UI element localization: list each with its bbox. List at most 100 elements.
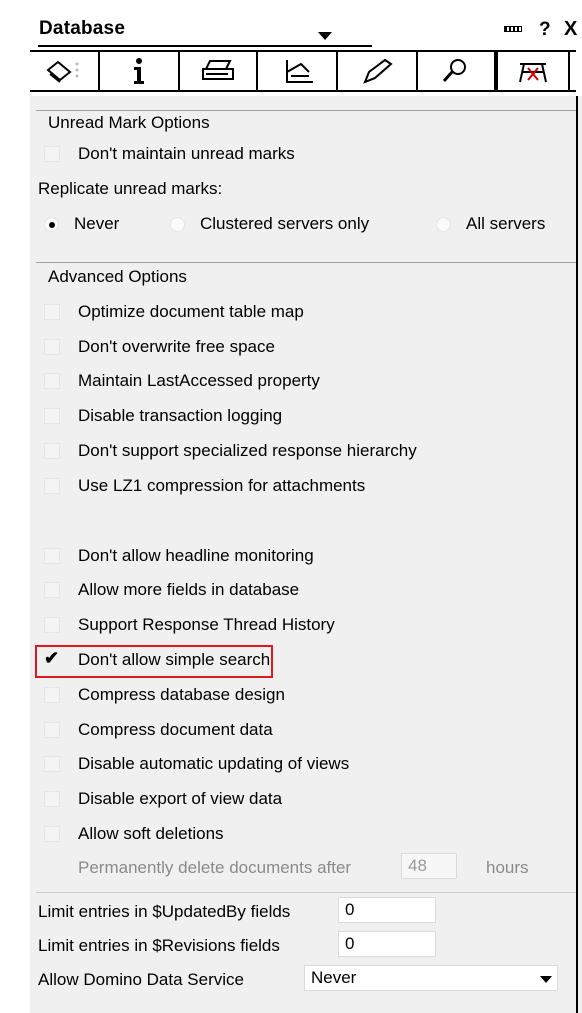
revisions-row: Limit entries in $Revisions fields: [38, 933, 280, 959]
option-row[interactable]: Allow soft deletions: [44, 821, 224, 847]
checkbox[interactable]: [44, 548, 60, 564]
radio-button[interactable]: [436, 216, 451, 232]
option-label: Don't allow simple search: [78, 650, 271, 669]
checkbox[interactable]: [44, 582, 60, 598]
revisions-label: Limit entries in $Revisions fields: [38, 936, 280, 955]
checkbox[interactable]: [44, 617, 60, 633]
title-underline: [38, 45, 372, 47]
tab-properties[interactable]: [30, 52, 100, 90]
option-label: Use LZ1 compression for attachments: [78, 476, 366, 495]
tab-print[interactable]: [180, 52, 258, 90]
tab-design[interactable]: [258, 52, 338, 90]
checkbox[interactable]: [44, 373, 60, 389]
option-label: Disable transaction logging: [78, 406, 283, 425]
updatedby-input[interactable]: 0: [338, 897, 436, 923]
radio-clustered[interactable]: Clustered servers only: [170, 211, 369, 237]
checkbox[interactable]: [44, 339, 60, 355]
chevron-down-icon[interactable]: [318, 32, 332, 40]
hours-label: hours: [486, 858, 529, 877]
radio-label: Never: [74, 214, 120, 233]
updatedby-label: Limit entries in $UpdatedBy fields: [38, 902, 291, 921]
checkbox[interactable]: [44, 443, 60, 459]
advanced-section: [36, 262, 576, 263]
dds-row: Allow Domino Data Service: [38, 967, 244, 993]
radio-label: Clustered servers only: [200, 214, 370, 233]
checkbox[interactable]: [44, 304, 60, 320]
properties-icon: [46, 60, 79, 83]
permanent-delete-label: Permanently delete documents after: [78, 858, 352, 877]
dropdown-arrow-icon[interactable]: [540, 976, 552, 983]
option-row[interactable]: Compress document data: [44, 717, 273, 743]
option-row[interactable]: Disable transaction logging: [44, 403, 282, 429]
option-label: Don't overwrite free space: [78, 337, 275, 356]
option-row[interactable]: Don't allow headline monitoring: [44, 543, 314, 569]
permanent-delete-row: Permanently delete documents after: [78, 855, 351, 881]
checkbox[interactable]: [44, 146, 60, 162]
option-label: Compress database design: [78, 685, 285, 704]
checkbox[interactable]: [44, 756, 60, 772]
replicate-label: Replicate unread marks:: [38, 179, 223, 198]
revisions-input[interactable]: 0: [338, 931, 436, 957]
panel-right-border: [576, 96, 578, 1013]
dont-maintain-unread-row[interactable]: Don't maintain unread marks: [44, 141, 295, 167]
search-icon: [442, 59, 466, 82]
checkbox[interactable]: [44, 826, 60, 842]
radio-button[interactable]: [170, 216, 185, 232]
option-row[interactable]: Use LZ1 compression for attachments: [44, 473, 365, 499]
option-label: Maintain LastAccessed property: [78, 371, 320, 390]
radio-label: All servers: [466, 214, 546, 233]
unread-heading: Unread Mark Options: [48, 113, 210, 132]
replicate-label-row: Replicate unread marks:: [38, 176, 222, 202]
tab-bar: [30, 50, 576, 92]
option-label: Support Response Thread History: [78, 615, 335, 634]
dds-label: Allow Domino Data Service: [38, 970, 244, 989]
checkbox[interactable]: [44, 687, 60, 703]
option-label: Allow soft deletions: [78, 824, 224, 843]
checkbox[interactable]: [44, 791, 60, 807]
title-bar: Database ? X: [30, 12, 580, 47]
radio-all-servers[interactable]: All servers: [436, 211, 545, 237]
option-label: Disable export of view data: [78, 789, 283, 808]
option-row[interactable]: Disable automatic updating of views: [44, 751, 349, 777]
radio-never[interactable]: Never: [44, 211, 119, 237]
checkbox[interactable]: [44, 408, 60, 424]
checkbox[interactable]: [44, 722, 60, 738]
tab-launch[interactable]: [338, 52, 418, 90]
info-icon: [134, 58, 144, 84]
advanced-heading: Advanced Options: [48, 267, 187, 286]
option-label: Allow more fields in database: [78, 580, 300, 599]
option-label: Compress document data: [78, 720, 273, 739]
option-label: Optimize document table map: [78, 302, 304, 321]
tab-search[interactable]: [418, 52, 496, 90]
option-row[interactable]: Disable export of view data: [44, 786, 282, 812]
option-row[interactable]: Maintain LastAccessed property: [44, 368, 320, 394]
option-row[interactable]: Don't support specialized response hiera…: [44, 438, 417, 464]
option-row-checked[interactable]: Don't allow simple search: [44, 647, 270, 673]
panel-title[interactable]: Database: [39, 18, 125, 40]
advanced-icon: [519, 63, 547, 83]
option-label: Don't support specialized response hiera…: [78, 441, 417, 460]
close-button[interactable]: X: [564, 18, 577, 41]
checkmark-icon[interactable]: [44, 648, 60, 669]
hours-label-row: hours: [486, 855, 529, 881]
option-row[interactable]: Optimize document table map: [44, 299, 304, 325]
printer-icon: [202, 60, 234, 80]
option-row[interactable]: Compress database design: [44, 682, 285, 708]
dds-select[interactable]: Never: [304, 965, 558, 991]
divider: [36, 892, 576, 893]
option-label: Don't allow headline monitoring: [78, 546, 314, 565]
minimize-icon[interactable]: [504, 26, 522, 32]
permanent-delete-days-input[interactable]: 48: [401, 853, 457, 879]
checkbox-label: Don't maintain unread marks: [78, 144, 295, 163]
tab-info[interactable]: [100, 52, 180, 90]
tab-advanced[interactable]: [496, 52, 570, 90]
launch-icon: [363, 58, 393, 84]
option-row[interactable]: Don't overwrite free space: [44, 334, 275, 360]
option-row[interactable]: Allow more fields in database: [44, 577, 299, 603]
option-row[interactable]: Support Response Thread History: [44, 612, 335, 638]
design-icon: [286, 60, 313, 83]
help-button[interactable]: ?: [539, 19, 551, 41]
updatedby-row: Limit entries in $UpdatedBy fields: [38, 899, 290, 925]
checkbox[interactable]: [44, 478, 60, 494]
radio-button[interactable]: [44, 216, 59, 232]
